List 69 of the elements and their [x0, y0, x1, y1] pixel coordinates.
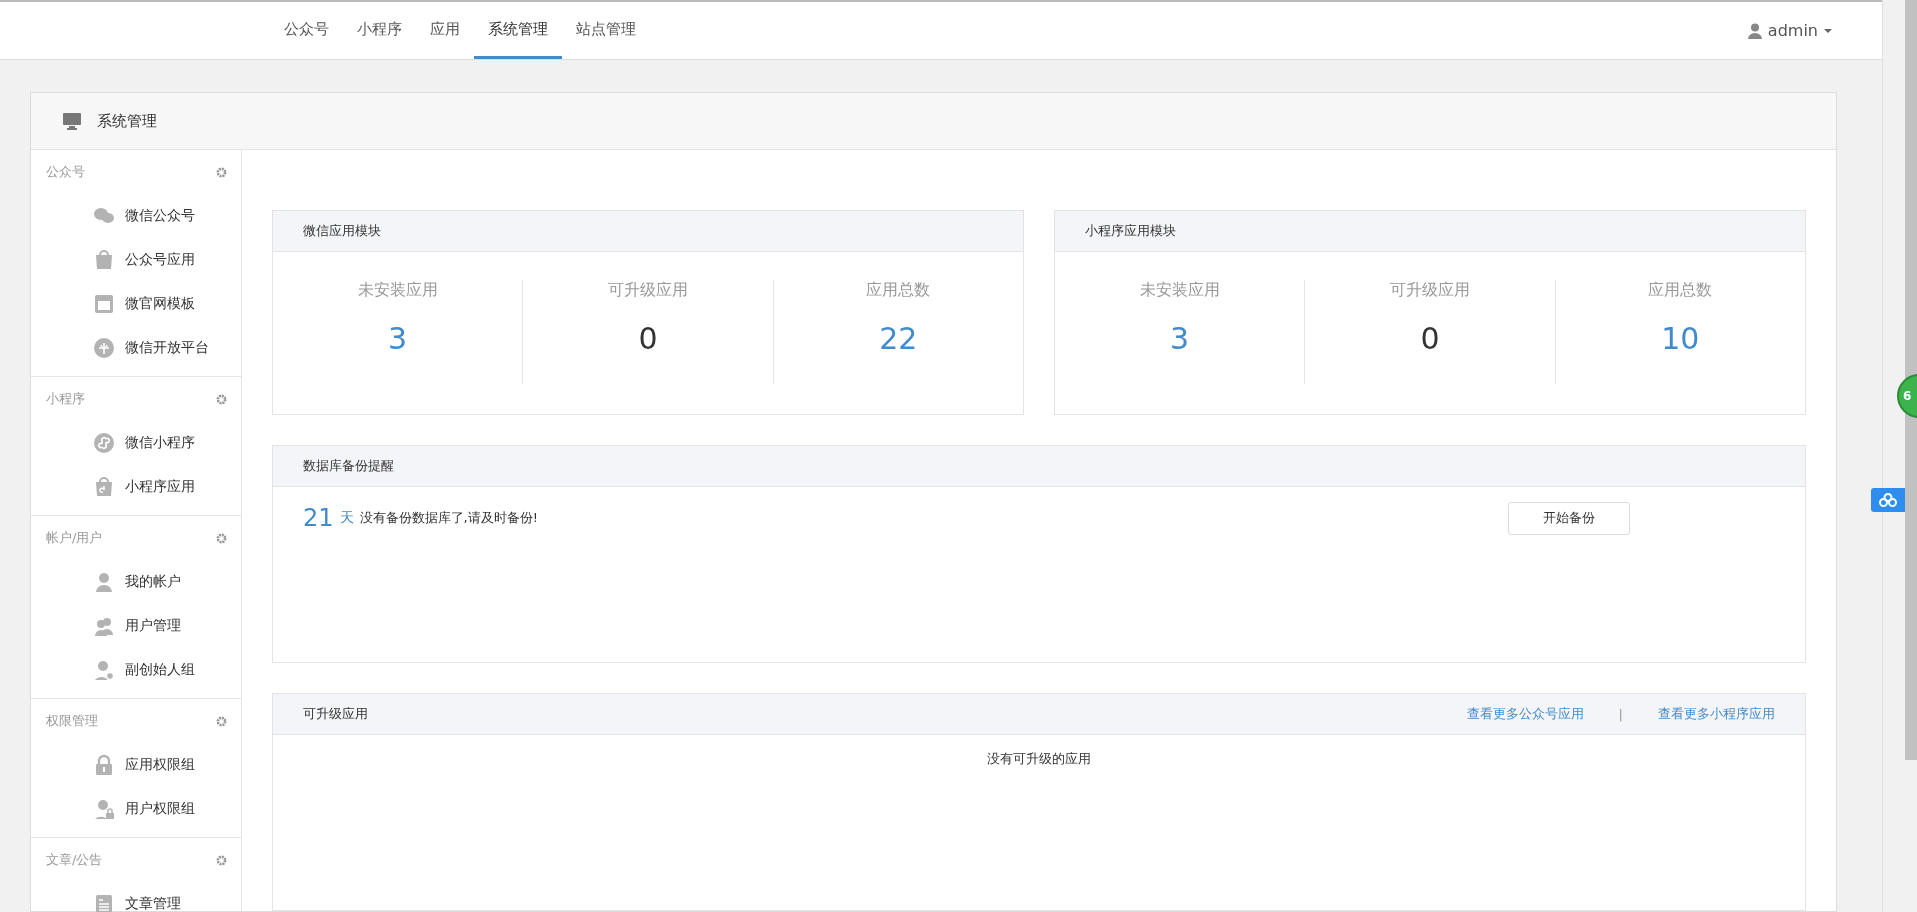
- days-count: 21: [303, 504, 334, 532]
- settings-icon[interactable]: [216, 532, 227, 544]
- scrollbar[interactable]: [1905, 0, 1917, 760]
- sidebar-item[interactable]: 微信开放平台: [31, 326, 241, 370]
- sidebar-item[interactable]: 用户权限组: [31, 787, 241, 831]
- sidebar-item[interactable]: 文章管理: [31, 882, 241, 912]
- sidebar-item-icon: [93, 798, 115, 820]
- stat-value: 22: [879, 321, 918, 356]
- stat-label: 未安装应用: [357, 280, 438, 301]
- nav-tab[interactable]: 站点管理: [562, 2, 650, 59]
- days-unit: 天: [339, 509, 354, 527]
- sidebar-item-icon: [93, 571, 115, 593]
- sidebar-item-icon: [93, 754, 115, 776]
- stat-value: 0: [1420, 321, 1440, 356]
- sidebar-item[interactable]: 应用权限组: [31, 743, 241, 787]
- cloud-widget[interactable]: [1871, 488, 1905, 512]
- sidebar-item-icon: [93, 293, 115, 315]
- sidebar-item[interactable]: 微信小程序: [31, 421, 241, 465]
- stat-label: 应用总数: [866, 280, 931, 301]
- stat-value: 0: [638, 321, 658, 356]
- caret-icon: [1824, 28, 1832, 33]
- stat-label: 可升级应用: [608, 280, 688, 301]
- empty-message: 没有可升级的应用: [986, 750, 1092, 768]
- nav-tab[interactable]: 系统管理: [474, 2, 562, 59]
- sidebar-item[interactable]: 微官网模板: [31, 282, 241, 326]
- stat-value: 10: [1661, 321, 1700, 356]
- sidebar-item-icon: [93, 476, 115, 498]
- sidebar-group-title: 小程序: [46, 390, 85, 408]
- stat-label: 未安装应用: [1139, 280, 1220, 301]
- panel-title: 系统管理: [97, 111, 157, 131]
- backup-message: 没有备份数据库了,请及时备份!: [359, 509, 539, 527]
- nav-tab[interactable]: 公众号: [270, 2, 343, 59]
- sidebar-item-icon: [93, 659, 115, 681]
- card-title: 小程序应用模块: [1085, 222, 1177, 240]
- user-icon: [1747, 22, 1762, 39]
- stat-value: 3: [388, 321, 408, 356]
- settings-icon[interactable]: [216, 715, 227, 727]
- user-menu[interactable]: admin: [1747, 2, 1832, 59]
- monitor-icon: [63, 112, 81, 130]
- settings-icon[interactable]: [216, 854, 227, 866]
- nav-tab[interactable]: 应用: [416, 2, 474, 59]
- stat-label: 可升级应用: [1390, 280, 1470, 301]
- more-apps-link[interactable]: 查看更多公众号应用: [1466, 705, 1584, 723]
- card-title: 微信应用模块: [303, 222, 382, 240]
- start-backup-button[interactable]: 开始备份: [1508, 501, 1630, 535]
- sidebar-group-title: 公众号: [46, 163, 85, 181]
- sidebar-item-icon: [93, 432, 115, 454]
- settings-icon[interactable]: [216, 393, 227, 405]
- sidebar-item[interactable]: 公众号应用: [31, 238, 241, 282]
- more-apps-link[interactable]: 查看更多小程序应用: [1658, 705, 1775, 723]
- sidebar-group-title: 权限管理: [46, 712, 98, 730]
- card-title: 可升级应用: [303, 705, 369, 723]
- sidebar-item[interactable]: 副创始人组: [31, 648, 241, 692]
- card-title: 数据库备份提醒: [303, 457, 395, 475]
- stat-value: 3: [1170, 321, 1190, 356]
- sidebar-item[interactable]: 小程序应用: [31, 465, 241, 509]
- sidebar-group-title: 帐户/用户: [46, 529, 103, 547]
- sidebar-item-icon: [93, 249, 115, 271]
- sidebar-item-icon: [93, 615, 115, 637]
- sidebar-group-title: 文章/公告: [46, 851, 103, 869]
- sidebar-item-icon: [93, 337, 115, 359]
- cloud-icon: [1879, 493, 1897, 507]
- stat-label: 应用总数: [1648, 280, 1713, 301]
- sidebar-item[interactable]: 微信公众号: [31, 194, 241, 238]
- sidebar-item[interactable]: 用户管理: [31, 604, 241, 648]
- settings-icon[interactable]: [216, 166, 227, 178]
- nav-tab[interactable]: 小程序: [343, 2, 416, 59]
- sidebar-item[interactable]: 我的帐户: [31, 560, 241, 604]
- link-separator: |: [1618, 706, 1623, 722]
